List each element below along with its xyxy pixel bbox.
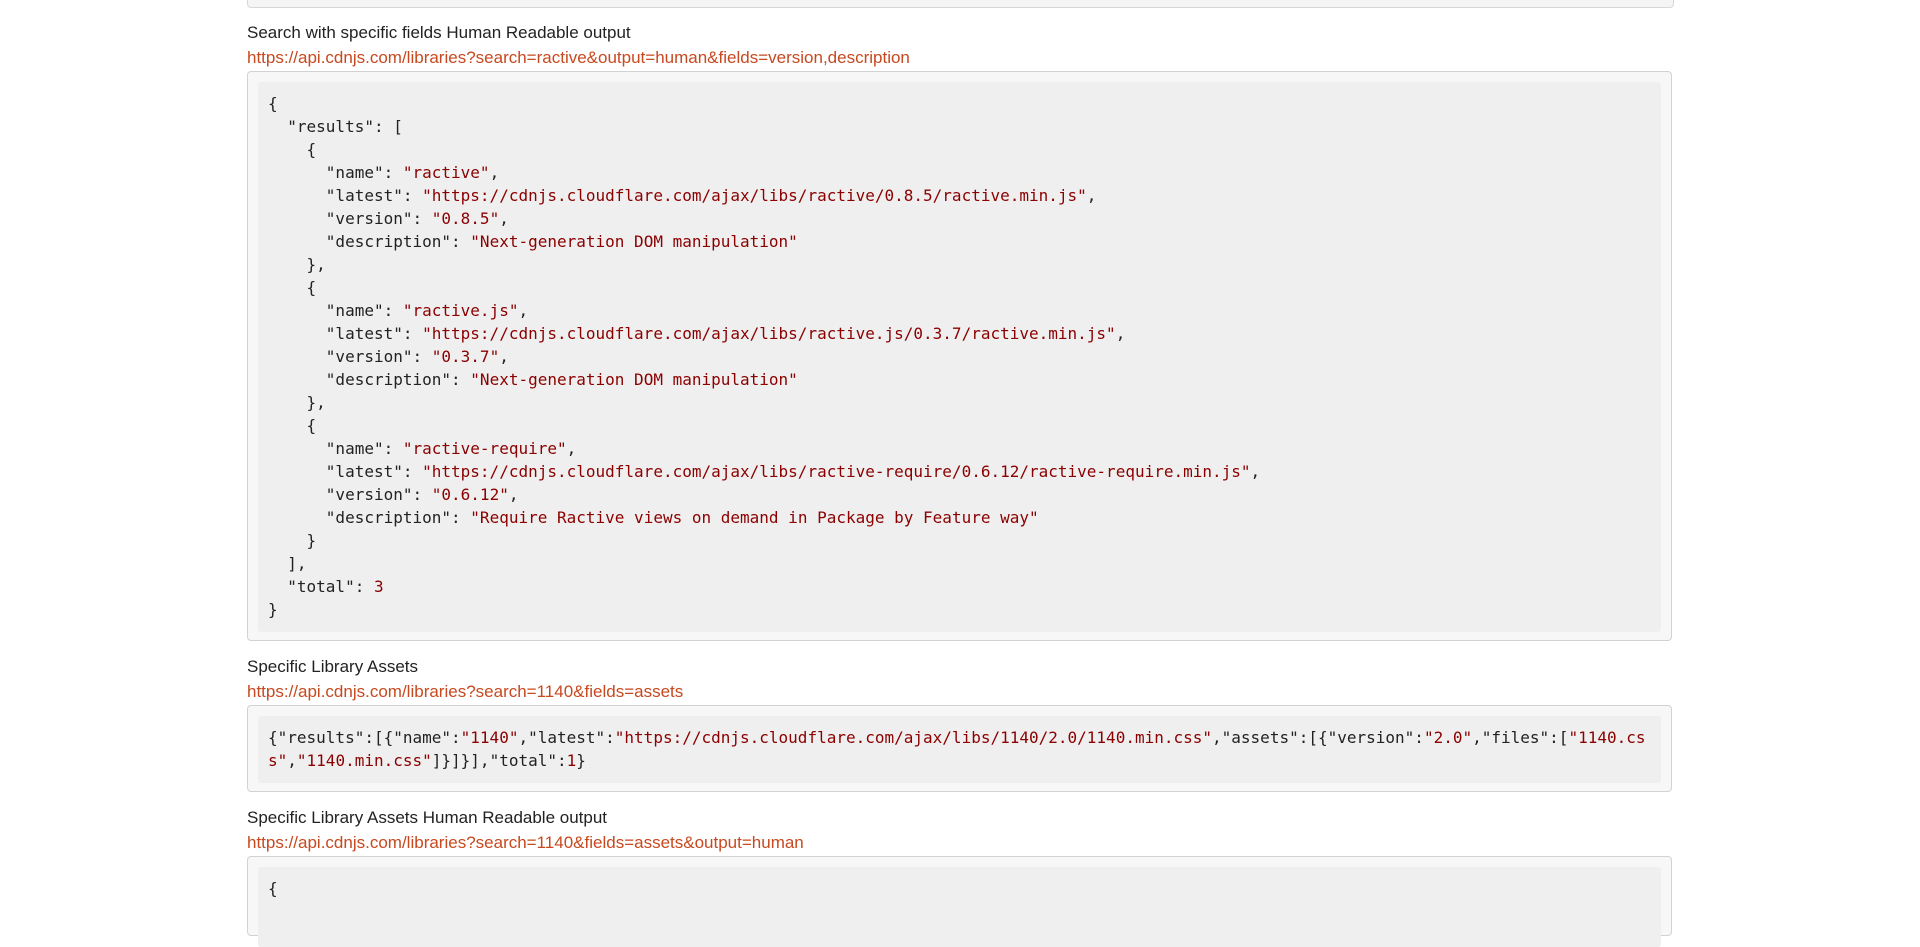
- api-link-library-assets[interactable]: https://api.cdnjs.com/libraries?search=1…: [247, 680, 683, 704]
- code-block-library-assets: {"results":[{"name":"1140","latest":"htt…: [247, 705, 1672, 792]
- section-title-search-fields-human: Search with specific fields Human Readab…: [247, 23, 631, 42]
- section-title-library-assets: Specific Library Assets: [247, 657, 419, 676]
- json-output: { "results": [ { "name": "ractive", "lat…: [258, 82, 1661, 632]
- previous-code-block: [247, 0, 1674, 8]
- code-block-library-assets-human: {: [247, 856, 1672, 947]
- section-title-library-assets-human: Specific Library Assets Human Readable o…: [247, 808, 608, 827]
- code-block-search-fields-human: { "results": [ { "name": "ractive", "lat…: [247, 71, 1672, 641]
- json-output: {"results":[{"name":"1140","latest":"htt…: [258, 716, 1661, 783]
- json-output: {: [258, 867, 1661, 947]
- api-link-library-assets-human[interactable]: https://api.cdnjs.com/libraries?search=1…: [247, 831, 804, 855]
- api-link-search-fields-human[interactable]: https://api.cdnjs.com/libraries?search=r…: [247, 46, 910, 70]
